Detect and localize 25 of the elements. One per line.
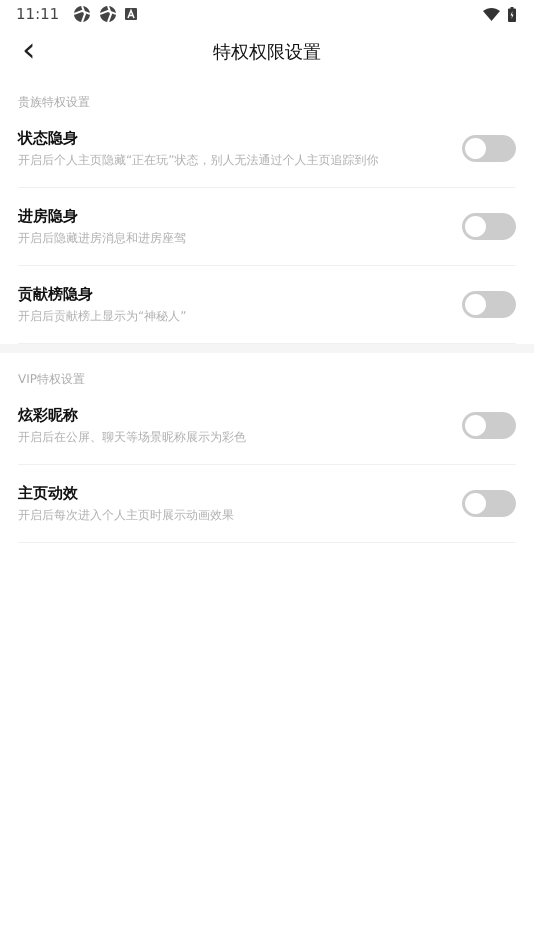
toggle-switch[interactable] <box>462 135 516 162</box>
setting-title: 炫彩昵称 <box>18 406 79 424</box>
aperture-icon <box>73 5 92 23</box>
status-time: 11:11 <box>16 5 60 23</box>
setting-title: 贡献榜隐身 <box>18 284 94 304</box>
wifi-icon <box>483 8 500 20</box>
setting-title: 状态隐身 <box>18 128 79 148</box>
setting-description: 开启后贡献榜上显示为“神秘人” <box>18 308 188 324</box>
setting-title: 主页动效 <box>18 484 79 502</box>
page-title: 特权权限设置 <box>213 41 321 64</box>
toggle-switch[interactable] <box>462 213 516 240</box>
setting-description: 开启后个人主页隐藏“正在玩”状态，别人无法通过个人主页追踪到你 <box>18 152 380 168</box>
toggle-switch[interactable] <box>462 291 516 318</box>
back-button[interactable]: ‹ <box>18 36 40 64</box>
setting-description: 开启后在公屏、聊天等场景昵称展示为彩色 <box>18 428 247 446</box>
font-box-icon <box>125 8 138 20</box>
setting-description: 开启后每次进入个人主页时展示动画效果 <box>18 506 235 524</box>
section-label: 贵族特权设置 <box>17 94 91 110</box>
section-label: VIP特权设置 <box>17 371 86 387</box>
setting-description: 开启后隐藏进房消息和进房座驾 <box>18 230 187 246</box>
toggle-switch[interactable] <box>462 490 516 517</box>
aperture-icon <box>99 5 118 23</box>
setting-title: 进房隐身 <box>18 206 79 226</box>
toggle-switch[interactable] <box>462 412 516 439</box>
battery-icon <box>508 6 516 22</box>
